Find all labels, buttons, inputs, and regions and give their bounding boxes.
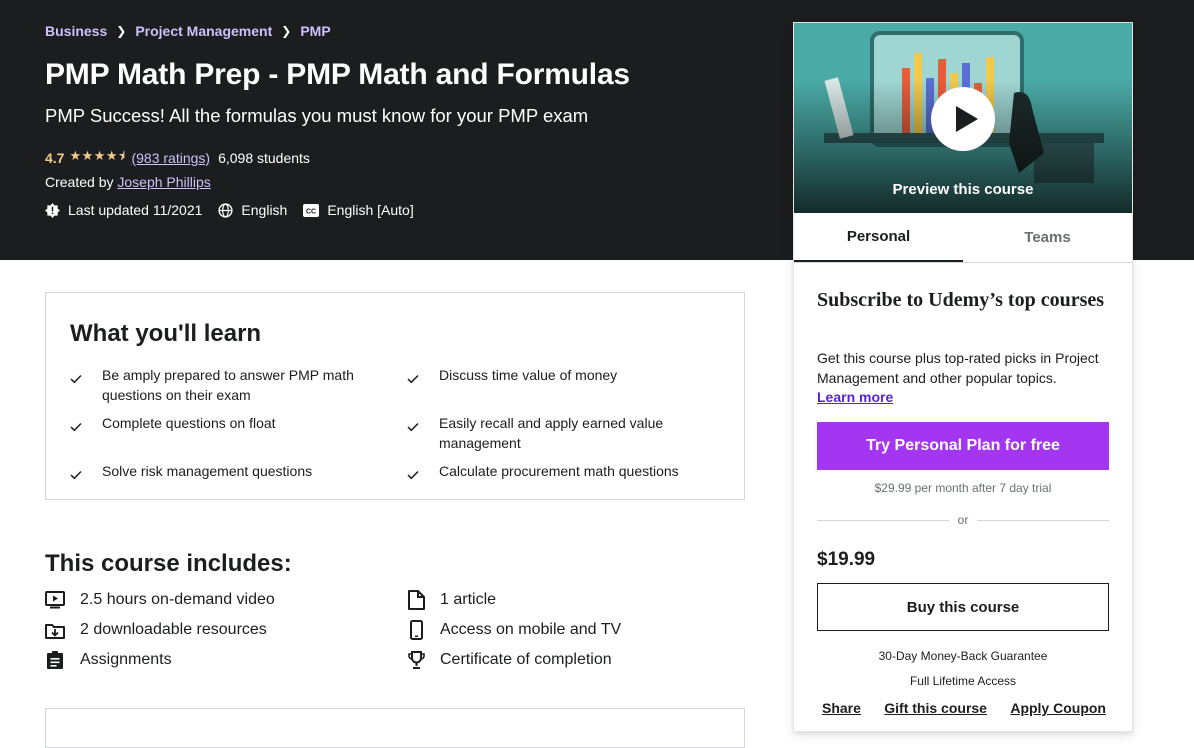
- include-item: 2.5 hours on-demand video: [45, 590, 408, 610]
- learn-item-text: Discuss time value of money: [439, 367, 618, 383]
- gift-course-link[interactable]: Gift this course: [884, 700, 987, 716]
- last-updated-text: Last updated 11/2021: [68, 202, 203, 218]
- breadcrumb-business[interactable]: Business: [45, 23, 107, 39]
- captions-text: English [Auto]: [327, 202, 414, 218]
- check-icon: [407, 462, 439, 486]
- include-item-text: Assignments: [80, 651, 172, 668]
- course-content-box: [45, 708, 745, 748]
- globe-icon: [218, 202, 234, 218]
- language: English: [218, 202, 287, 218]
- tab-teams[interactable]: Teams: [963, 213, 1132, 262]
- learn-item-text: Be amply prepared to answer PMP math que…: [102, 367, 354, 403]
- learn-item-text: Calculate procurement math questions: [439, 463, 679, 479]
- video-icon: [45, 591, 65, 609]
- include-item-text: Access on mobile and TV: [440, 621, 622, 638]
- include-item-text: Certificate of completion: [440, 651, 612, 668]
- learn-item: Be amply prepared to answer PMP math que…: [70, 366, 407, 405]
- chevron-right-icon: ❯: [116, 24, 127, 38]
- divider-line: [977, 519, 1110, 521]
- learn-item-text: Complete questions on float: [102, 415, 276, 431]
- include-item-text: 2 downloadable resources: [80, 621, 267, 638]
- star-rating-icon: ★★★★⯨: [69, 148, 126, 163]
- learn-item: Discuss time value of money: [407, 366, 722, 405]
- check-icon: [70, 366, 102, 390]
- course-includes-title: This course includes:: [45, 550, 292, 577]
- share-link[interactable]: Share: [822, 700, 861, 716]
- created-by: Created by Joseph Phillips: [45, 174, 211, 190]
- check-icon: [70, 414, 102, 438]
- breadcrumb-pmp[interactable]: PMP: [300, 23, 330, 39]
- include-item: 1 article: [408, 590, 745, 610]
- include-item: 2 downloadable resources: [45, 620, 408, 640]
- learn-item: Complete questions on float: [70, 414, 407, 453]
- include-item: Certificate of completion: [408, 650, 745, 670]
- include-item: Access on mobile and TV: [408, 620, 745, 640]
- breadcrumb: Business ❯ Project Management ❯ PMP: [45, 23, 331, 39]
- mobile-icon: [410, 620, 423, 640]
- captions: CC English [Auto]: [303, 202, 414, 218]
- play-icon[interactable]: [931, 87, 995, 151]
- learn-item-text: Easily recall and apply earned value man…: [439, 415, 664, 451]
- learn-more-link[interactable]: Learn more: [817, 389, 893, 405]
- instructor-link[interactable]: Joseph Phillips: [117, 174, 210, 190]
- created-by-label: Created by: [45, 174, 114, 190]
- svg-text:CC: CC: [306, 208, 316, 215]
- breadcrumb-project-management[interactable]: Project Management: [135, 23, 272, 39]
- include-item-text: 1 article: [440, 591, 497, 608]
- last-updated: Last updated 11/2021: [45, 202, 202, 218]
- course-includes-list: 2.5 hours on-demand video 1 article 2 do…: [45, 590, 745, 670]
- chevron-right-icon: ❯: [281, 24, 292, 38]
- plan-tabs: Personal Teams: [794, 213, 1132, 263]
- check-icon: [70, 462, 102, 486]
- check-icon: [407, 414, 439, 438]
- divider-line: [817, 519, 949, 521]
- apply-coupon-link[interactable]: Apply Coupon: [1010, 700, 1106, 716]
- course-preview[interactable]: Preview this course: [794, 23, 1132, 213]
- preview-label: Preview this course: [892, 181, 1034, 198]
- language-text: English: [241, 202, 288, 218]
- article-icon: [408, 590, 425, 610]
- assignment-icon: [47, 651, 63, 669]
- closed-captions-icon: CC: [303, 203, 320, 217]
- alert-badge-icon: [45, 202, 60, 218]
- what-you-learn-title: What you'll learn: [70, 320, 262, 347]
- purchase-sidebar: Preview this course Personal Teams Subsc…: [793, 22, 1133, 732]
- trophy-icon: [408, 651, 425, 669]
- learn-list: Be amply prepared to answer PMP math que…: [70, 366, 722, 486]
- ratings-count-link[interactable]: (983 ratings): [131, 150, 210, 166]
- learn-item: Calculate procurement math questions: [407, 462, 722, 486]
- sidebar-links: Share Gift this course Apply Coupon: [822, 700, 1106, 716]
- buy-course-button[interactable]: Buy this course: [817, 583, 1109, 631]
- rating-value: 4.7: [45, 150, 65, 166]
- course-price: $19.99: [817, 549, 876, 570]
- students-count: 6,098 students: [218, 150, 310, 166]
- tab-personal[interactable]: Personal: [794, 213, 963, 262]
- check-icon: [407, 366, 439, 390]
- rating-row: 4.7 ★★★★⯨ (983 ratings) 6,098 students: [45, 147, 310, 169]
- download-icon: [45, 623, 65, 639]
- course-subtitle: PMP Success! All the formulas you must k…: [45, 105, 589, 126]
- subscribe-description: Get this course plus top-rated picks in …: [817, 350, 1099, 386]
- include-item: Assignments: [45, 650, 408, 670]
- lifetime-access: Full Lifetime Access: [909, 674, 1017, 688]
- money-back-guarantee: 30-Day Money-Back Guarantee: [878, 649, 1048, 663]
- learn-item: Solve risk management questions: [70, 462, 407, 486]
- or-label: or: [957, 513, 969, 527]
- course-meta: Last updated 11/2021 English CC English …: [45, 202, 430, 218]
- subscribe-title: Subscribe to Udemy’s top courses: [817, 289, 1105, 311]
- what-you-learn-box: What you'll learn Be amply prepared to a…: [45, 292, 745, 500]
- course-title: PMP Math Prep - PMP Math and Formulas: [45, 58, 630, 91]
- include-item-text: 2.5 hours on-demand video: [80, 591, 275, 608]
- learn-item: Easily recall and apply earned value man…: [407, 414, 722, 453]
- trial-note: $29.99 per month after 7 day trial: [874, 481, 1052, 495]
- try-personal-plan-button[interactable]: Try Personal Plan for free: [817, 422, 1109, 470]
- or-divider: or: [817, 513, 1110, 527]
- learn-item-text: Solve risk management questions: [102, 463, 313, 479]
